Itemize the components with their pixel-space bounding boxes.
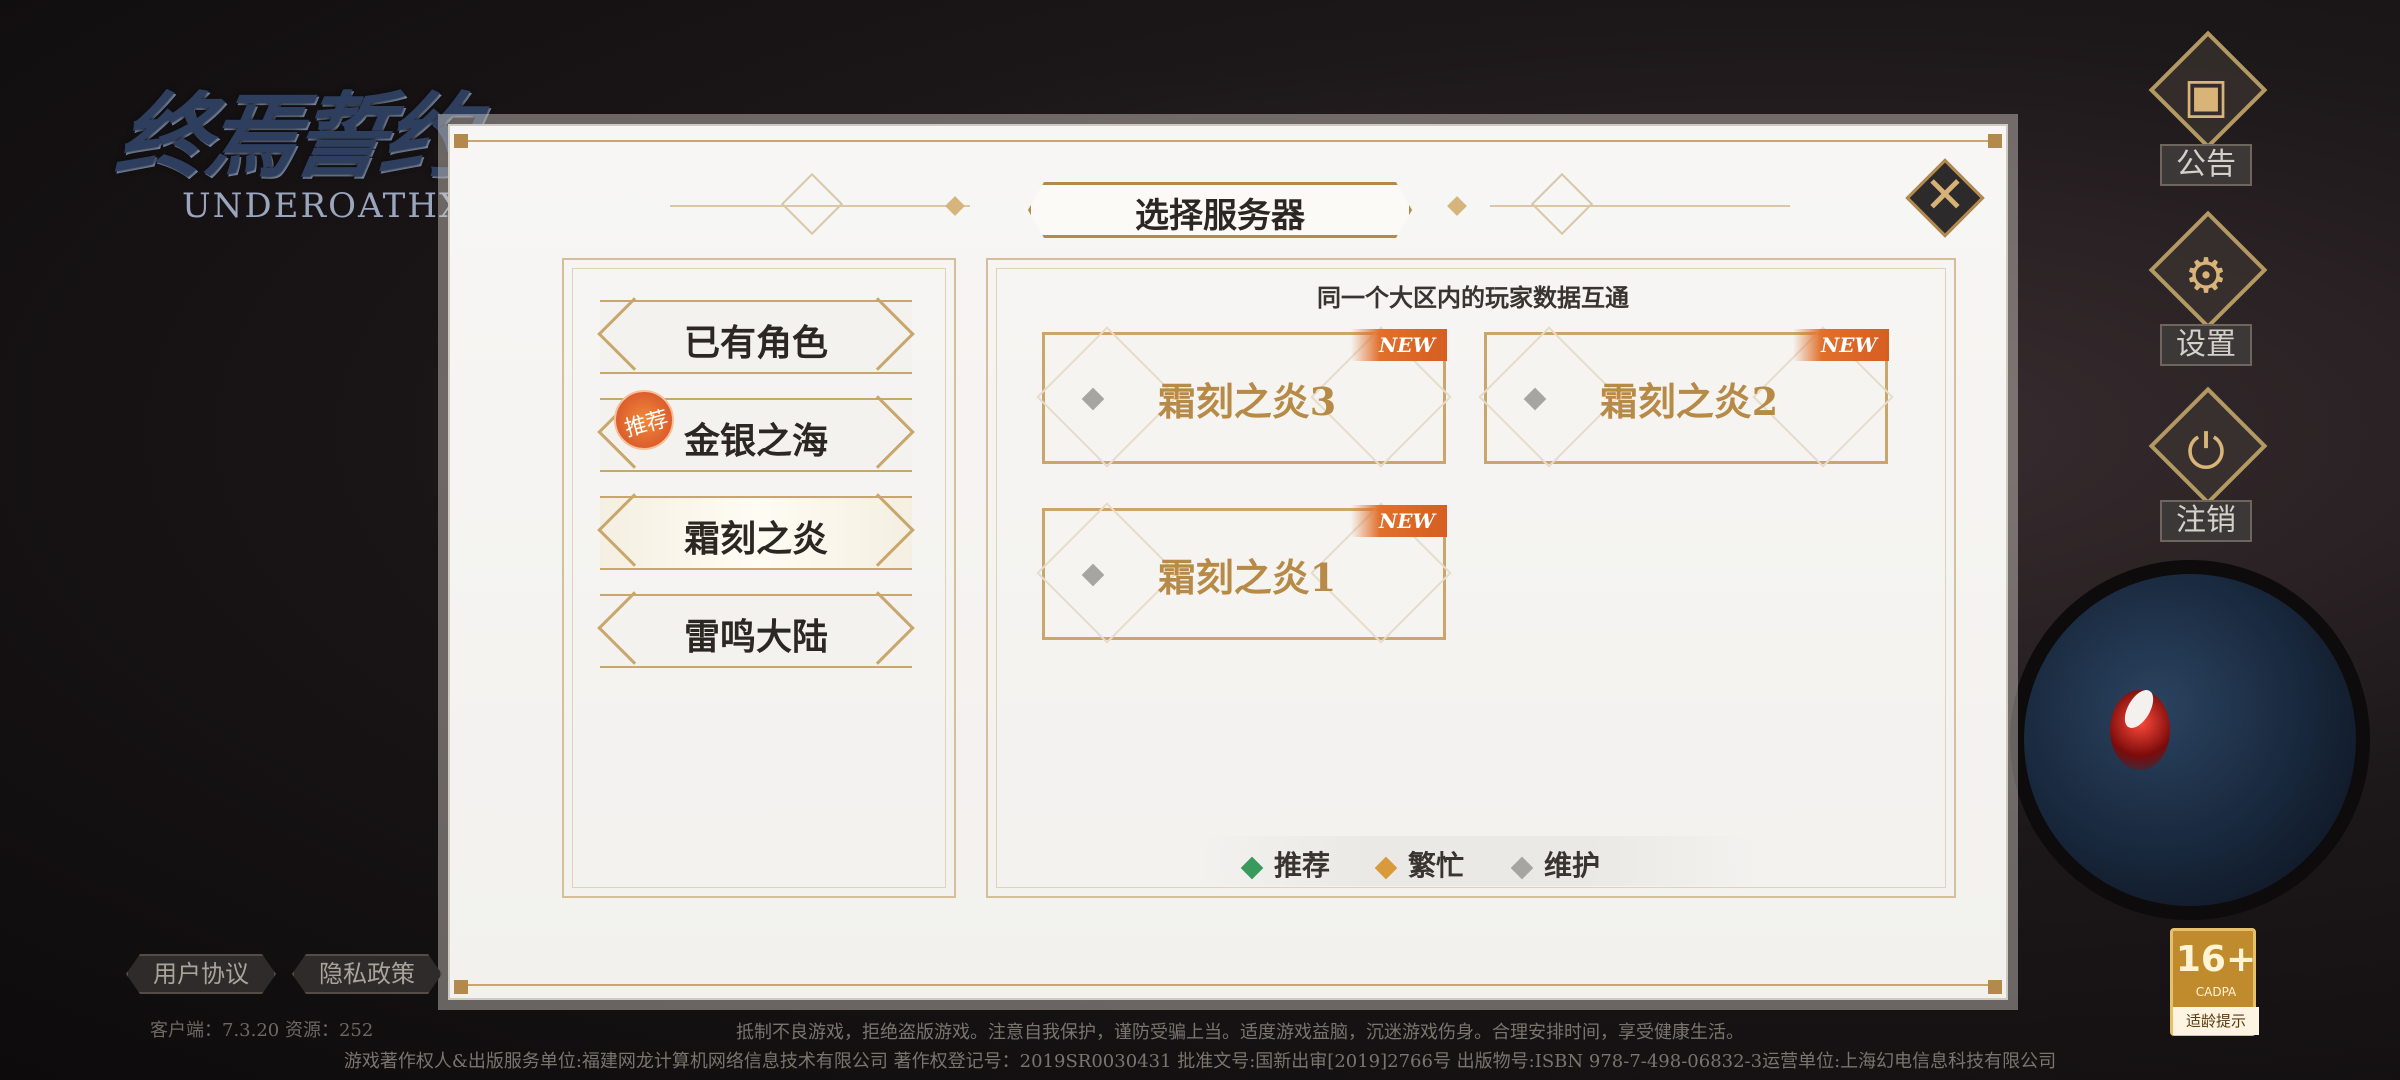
title-deco-diamond — [1530, 172, 1594, 236]
server-card[interactable]: 霜刻之炎2 NEW — [1478, 326, 1894, 468]
region-tab-label: 雷鸣大陆 — [683, 616, 828, 658]
region-tab-gold-silver-sea[interactable]: 金银之海 推荐 — [597, 390, 915, 472]
new-tag: NEW — [1351, 329, 1447, 361]
region-list: 已有角色 金银之海 推荐 霜刻之炎 雷鸣大陆 — [562, 258, 956, 898]
region-tab-frost-flame[interactable]: 霜刻之炎 — [597, 493, 915, 570]
new-tag: NEW — [1793, 329, 1889, 361]
server-card[interactable]: 霜刻之炎3 NEW — [1036, 326, 1452, 468]
notice-board-icon: ▣ — [2183, 68, 2229, 124]
status-legend: 推荐 繁忙 维护 — [1198, 836, 1758, 886]
title-deco-diamond — [780, 172, 844, 236]
diamond-icon — [1374, 856, 1398, 879]
logout-button[interactable]: ⏻ 注销 — [2146, 386, 2268, 554]
publisher-info: 游戏著作权人&出版服务单位:福建网龙计算机网络信息技术有限公司 著作权登记号：2… — [343, 1051, 2057, 1072]
notice-button[interactable]: ▣ 公告 — [2146, 30, 2268, 198]
server-list: 同一个大区内的玩家数据互通 霜刻之炎3 NEW 霜刻之炎2 NEW 霜刻之炎1 … — [986, 258, 1956, 898]
region-tab-label: 已有角色 — [683, 322, 828, 364]
dialog-title-plate: 选择服务器 — [1010, 178, 1430, 242]
new-tag: NEW — [1351, 505, 1447, 537]
region-tab-label: 霜刻之炎 — [683, 518, 828, 560]
frame-line — [466, 140, 1990, 142]
close-icon: ✕ — [1924, 166, 1966, 224]
health-notice: 抵制不良游戏，拒绝盗版游戏。注意自我保护，谨防受骗上当。适度游戏益脑，沉迷游戏伤… — [736, 1022, 1744, 1043]
legend-busy: 繁忙 — [1374, 844, 1465, 884]
age-rating-number: 16+ — [2175, 939, 2257, 980]
region-tab-existing-characters[interactable]: 已有角色 — [597, 297, 915, 374]
user-agreement-link[interactable]: 用户协议 — [126, 954, 276, 994]
background-character-eye — [2010, 560, 2370, 920]
title-deco-dot — [945, 196, 965, 216]
dialog-title: 选择服务器 — [1135, 196, 1305, 236]
age-rating-org: CADPA — [2195, 985, 2237, 999]
frame-line — [466, 984, 1990, 986]
close-button[interactable]: ✕ — [1905, 158, 1985, 238]
legend-label: 推荐 — [1274, 849, 1331, 882]
server-name: 霜刻之炎2 — [1599, 379, 1779, 424]
server-card[interactable]: 霜刻之炎1 NEW — [1036, 502, 1452, 644]
server-name: 霜刻之炎3 — [1157, 379, 1337, 424]
legend-maintenance: 维护 — [1510, 844, 1601, 884]
settings-label: 设置 — [2160, 324, 2252, 366]
title-deco-dot — [1447, 196, 1467, 216]
privacy-policy-link[interactable]: 隐私政策 — [292, 954, 442, 994]
power-icon: ⏻ — [2187, 424, 2225, 480]
corner-ornament — [454, 134, 480, 160]
age-rating-badge[interactable]: 16+ CADPA 适龄提示 — [2170, 928, 2259, 1036]
legend-label: 维护 — [1544, 849, 1601, 882]
region-tab-thunder-continent[interactable]: 雷鸣大陆 — [597, 591, 915, 668]
diamond-icon — [1240, 856, 1264, 879]
diamond-icon — [1510, 856, 1534, 879]
legend-recommended: 推荐 — [1240, 844, 1331, 884]
logout-label: 注销 — [2160, 500, 2252, 542]
legend-label: 繁忙 — [1408, 849, 1465, 882]
gear-icon: ⚙ — [2184, 248, 2228, 304]
logo-title-cn: 终焉誓约 — [109, 82, 481, 190]
server-name: 霜刻之炎1 — [1157, 555, 1337, 600]
settings-button[interactable]: ⚙ 设置 — [2146, 210, 2268, 378]
region-hint: 同一个大区内的玩家数据互通 — [1317, 283, 1629, 312]
recommended-badge: 推荐 — [614, 390, 674, 450]
logo-title-en: UNDEROATHX — [182, 186, 466, 226]
notice-label: 公告 — [2160, 144, 2252, 186]
age-rating-tip: 适龄提示 — [2173, 1007, 2259, 1035]
server-select-dialog: 选择服务器 ✕ 已有角色 金银之海 推荐 霜刻之炎 雷鸣大陆 同一个大区内的玩家… — [448, 124, 2008, 1000]
corner-ornament — [1976, 968, 2002, 994]
corner-ornament — [1976, 134, 2002, 160]
corner-ornament — [454, 968, 480, 994]
